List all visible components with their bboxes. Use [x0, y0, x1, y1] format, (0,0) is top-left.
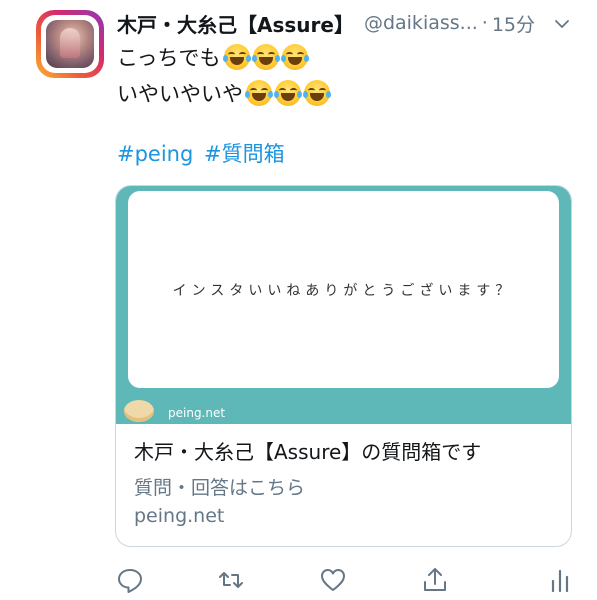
hashtag-link[interactable]: #質問箱 — [204, 142, 285, 166]
face-with-tears-of-joy-icon — [245, 80, 273, 106]
speech-bubble-icon[interactable] — [115, 565, 145, 595]
tweet-header: 木戸・大糸己【Assure】 @daikiass... · 15分 — [117, 8, 579, 38]
card-domain: peing.net — [134, 505, 225, 527]
card-title: 木戸・大糸己【Assure】の質問箱です — [134, 440, 482, 464]
separator-dot: · — [481, 12, 488, 34]
card-question-text: インスタいいねありがとうございます？ — [172, 282, 515, 299]
chevron-down-icon[interactable] — [555, 16, 569, 30]
face-with-tears-of-joy-icon — [251, 44, 280, 70]
hashtag-link[interactable]: #peing — [117, 142, 193, 166]
tweet-line: いやいやいや — [117, 76, 577, 112]
card-question-panel: インスタいいねありがとうございます？ — [128, 191, 559, 388]
link-card[interactable]: インスタいいねありがとうございます？ peing.net 木戸・大糸己【Assu… — [115, 185, 572, 547]
face-with-tears-of-joy-icon — [222, 44, 251, 70]
tweet-text: こっちでも いやいやいや — [117, 40, 577, 112]
user-handle[interactable]: @daikiass... — [364, 12, 478, 34]
face-with-tears-of-joy-icon — [303, 80, 331, 106]
peing-logo-icon — [124, 400, 154, 422]
avatar-border — [41, 15, 99, 73]
face-with-tears-of-joy-icon — [280, 44, 309, 70]
avatar-photo — [46, 20, 94, 68]
hashtags: #peing #質問箱 — [117, 138, 289, 168]
card-image-site-label: peing.net — [168, 406, 226, 420]
card-description: 質問・回答はこちら — [134, 477, 306, 499]
tweet-line: こっちでも — [117, 40, 577, 76]
retweet-icon[interactable] — [216, 565, 246, 595]
tweet-line-text: こっちでも — [117, 46, 221, 70]
avatar[interactable] — [36, 10, 104, 78]
card-image: インスタいいねありがとうございます？ peing.net — [116, 186, 571, 424]
face-with-tears-of-joy-icon — [274, 80, 302, 106]
bar-chart-icon[interactable] — [545, 565, 575, 595]
tweet-line-text: いやいやいや — [117, 82, 243, 106]
tweet-actions — [115, 563, 580, 597]
timestamp[interactable]: 15分 — [492, 10, 535, 37]
tweet: 木戸・大糸己【Assure】 @daikiass... · 15分 こっちでも … — [0, 0, 597, 600]
heart-icon[interactable] — [318, 565, 348, 595]
display-name[interactable]: 木戸・大糸己【Assure】 — [117, 9, 354, 38]
share-icon[interactable] — [420, 565, 450, 595]
